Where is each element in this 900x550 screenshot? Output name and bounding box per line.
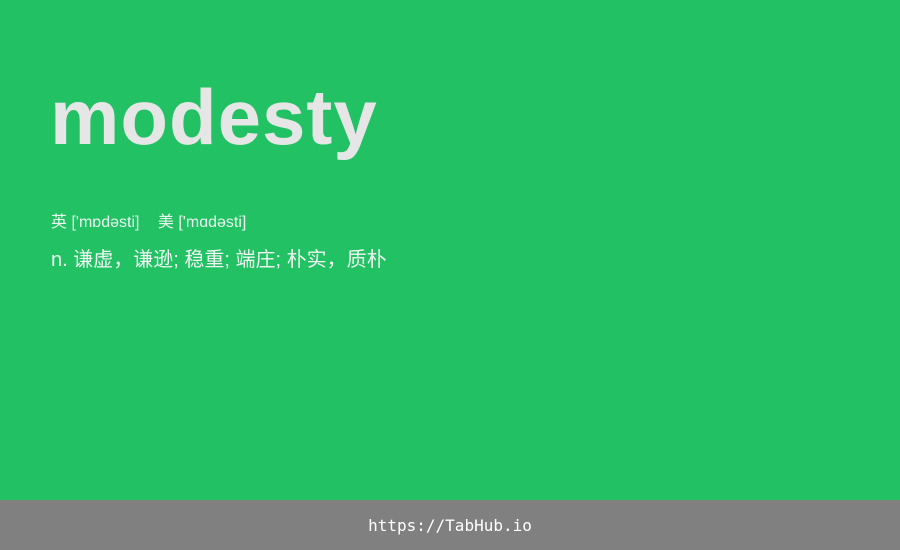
us-phonetic: ['mɑdəsti] — [178, 214, 247, 231]
uk-label: 英 — [51, 214, 68, 231]
tabhub-link[interactable]: https://TabHub.io — [368, 516, 532, 535]
definition: n. 谦虚，谦逊; 稳重; 端庄; 朴实，质朴 — [51, 249, 387, 271]
phonetics-row: 英 ['mɒdəsti] 美 ['mɑdəsti] — [51, 212, 246, 234]
headword: modesty — [50, 73, 378, 161]
uk-phonetic: ['mɒdəsti] — [71, 214, 140, 231]
word-card: modesty 英 ['mɒdəsti] 美 ['mɑdəsti] n. 谦虚，… — [0, 0, 900, 500]
us-label: 美 — [157, 214, 174, 231]
footer-bar: https://TabHub.io — [0, 500, 900, 550]
